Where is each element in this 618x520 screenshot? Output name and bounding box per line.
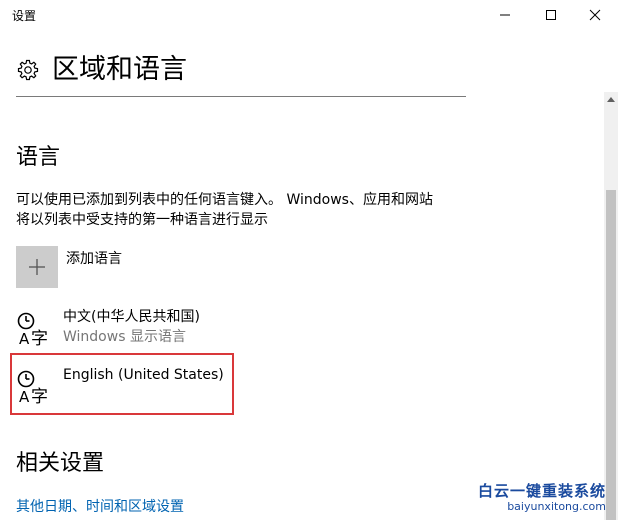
page-title: 区域和语言	[52, 54, 187, 85]
section-title-language: 语言	[16, 145, 61, 170]
scroll-up-button[interactable]	[604, 92, 618, 106]
plus-icon	[29, 259, 45, 275]
minimize-button[interactable]	[482, 0, 528, 30]
language-description: 可以使用已添加到列表中的任何语言键入。 Windows、应用和网站 将以列表中受…	[16, 190, 486, 230]
add-language-label: 添加语言	[66, 251, 122, 267]
title-bar[interactable]: 设置	[0, 0, 618, 30]
maximize-icon	[546, 10, 556, 20]
svg-text:A: A	[19, 330, 30, 348]
add-language-button[interactable]: 添加语言	[16, 246, 316, 288]
language-name: 中文(中华人民共和国)	[63, 309, 200, 325]
language-subtitle: Windows 显示语言	[63, 329, 186, 345]
watermark-text: 白云一键重装系统	[477, 482, 606, 500]
description-line: 将以列表中受支持的第一种语言进行显示	[16, 212, 268, 228]
description-line: 可以使用已添加到列表中的任何语言键入。 Windows、应用和网站	[16, 192, 433, 208]
page-header: 区域和语言	[16, 52, 466, 97]
watermark-url: baiyunxitong.com	[507, 500, 606, 513]
plus-tile[interactable]	[16, 246, 58, 288]
other-date-time-region-link[interactable]: 其他日期、时间和区域设置	[16, 496, 184, 516]
svg-text:字: 字	[31, 329, 48, 348]
settings-window: 设置 区域和语言 语言 可以使用已添加到列表中的任何语言键入。 Windows、…	[0, 0, 618, 520]
close-button[interactable]	[572, 0, 618, 30]
app-title: 设置	[12, 9, 37, 23]
language-item-chinese[interactable]: A 字 中文(中华人民共和国) Windows 显示语言	[16, 306, 316, 356]
chevron-up-icon	[607, 97, 615, 102]
maximize-button[interactable]	[528, 0, 574, 30]
scroll-thumb[interactable]	[606, 190, 616, 520]
close-icon	[589, 9, 601, 21]
scrollbar[interactable]	[604, 92, 618, 520]
watermark-logo: 白云一键重装系统 baiyunxitong.com	[466, 478, 612, 518]
highlight-annotation	[10, 353, 234, 415]
minimize-icon	[500, 14, 510, 16]
section-title-related: 相关设置	[16, 451, 105, 476]
gear-icon	[17, 59, 39, 81]
language-icon: A 字	[17, 312, 48, 348]
